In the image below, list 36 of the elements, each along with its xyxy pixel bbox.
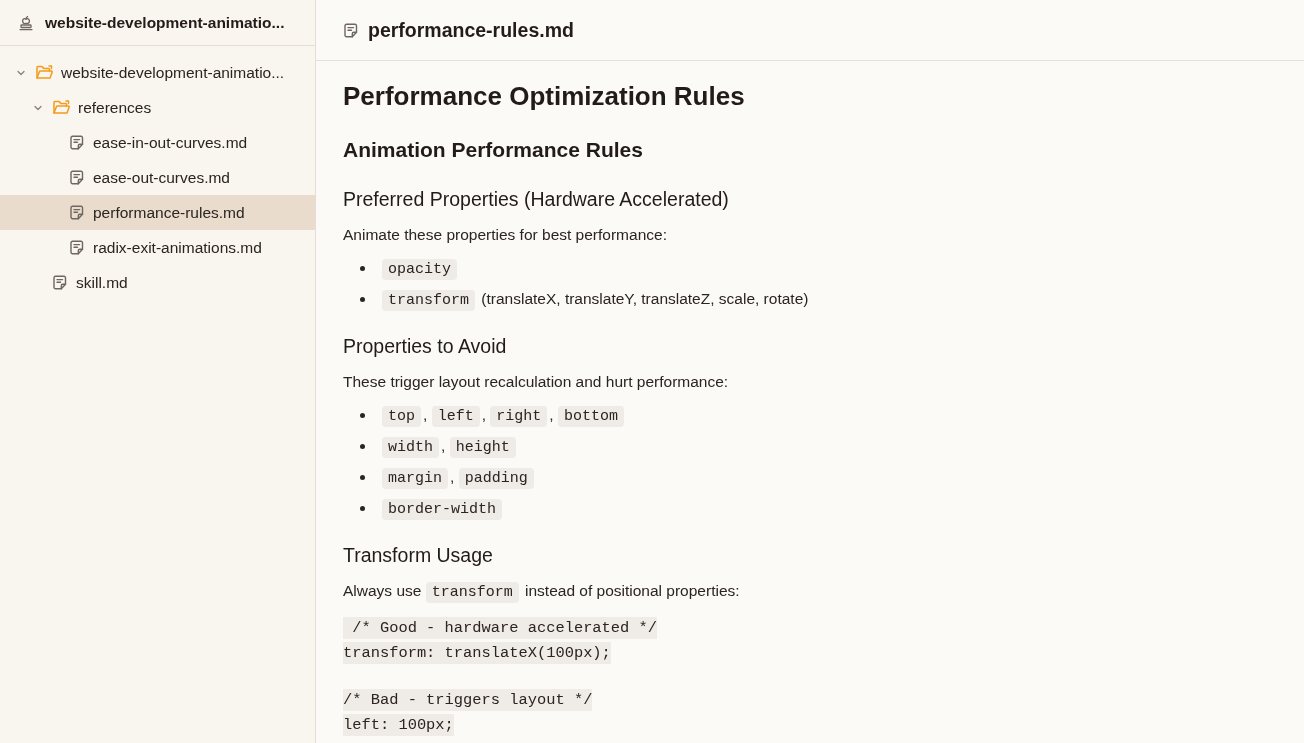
tree-item[interactable]: references bbox=[0, 90, 315, 125]
open-folder-icon bbox=[36, 65, 53, 80]
bullet-icon bbox=[360, 266, 365, 271]
paragraph: These trigger layout recalculation and hurt performance: bbox=[343, 372, 729, 392]
subsection-heading: Properties to Avoid bbox=[343, 334, 507, 359]
tree-item[interactable]: performance-rules.md bbox=[0, 195, 315, 230]
subsection-heading: Preferred Properties (Hardware Accelerated) bbox=[343, 187, 729, 212]
paragraph: Always use transform instead of positional properties: bbox=[343, 581, 740, 605]
tree-item[interactable]: website-development-animatio... bbox=[0, 55, 315, 90]
project-title: website-development-animatio... bbox=[45, 13, 285, 32]
document-icon bbox=[344, 22, 358, 38]
tree-item[interactable]: ease-in-out-curves.md bbox=[0, 125, 315, 160]
apple-on-books-icon bbox=[18, 14, 34, 31]
bullet-icon bbox=[360, 506, 365, 511]
list-item-text: margin , padding bbox=[382, 464, 536, 491]
document-heading: Performance Optimization Rules bbox=[343, 80, 745, 113]
file-title: performance-rules.md bbox=[368, 18, 574, 42]
document-icon bbox=[70, 135, 84, 150]
bullet-icon bbox=[360, 475, 365, 480]
list-item-text: top , left , right , bottom bbox=[382, 402, 626, 429]
list-item-text: transform (translateX, translateY, translateZ, scale, rotate) bbox=[382, 286, 809, 313]
bullet-icon bbox=[360, 444, 365, 449]
bullet-icon bbox=[360, 413, 365, 418]
subsection-heading: Transform Usage bbox=[343, 543, 493, 568]
tree-item[interactable]: ease-out-curves.md bbox=[0, 160, 315, 195]
document-icon bbox=[70, 240, 84, 255]
document-icon bbox=[53, 275, 67, 290]
section-heading: Animation Performance Rules bbox=[343, 137, 643, 163]
document-icon bbox=[70, 170, 84, 185]
list-item-text: width , height bbox=[382, 433, 518, 460]
tree-item[interactable]: radix-exit-animations.md bbox=[0, 230, 315, 265]
paragraph: Animate these properties for best performance: bbox=[343, 225, 667, 245]
document-icon bbox=[70, 205, 84, 220]
open-folder-icon bbox=[53, 100, 70, 115]
tree-item[interactable]: skill.md bbox=[0, 265, 315, 300]
bullet-icon bbox=[360, 297, 365, 302]
